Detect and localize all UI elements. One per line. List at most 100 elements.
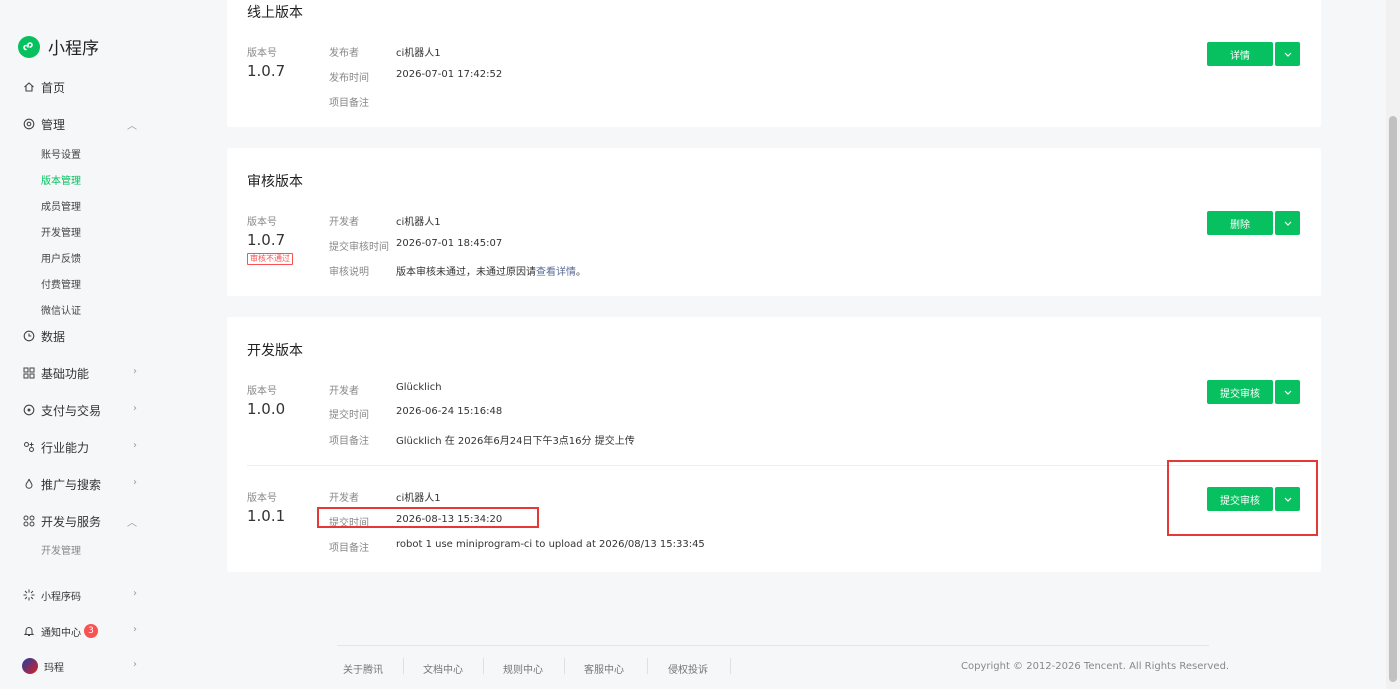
footer-divider — [337, 645, 1209, 646]
footer-link-complaint[interactable]: 侵权投诉 — [668, 661, 708, 676]
nav-qrcode[interactable]: 小程序码 › — [22, 585, 137, 605]
footer-separator — [564, 658, 565, 674]
developer-label: 开发者 — [329, 493, 359, 504]
nav-qrcode-label: 小程序码 — [41, 591, 81, 603]
divider — [247, 465, 1301, 466]
sub-wechat-verify[interactable]: 微信认证 — [41, 302, 81, 317]
sub-account-settings[interactable]: 账号设置 — [41, 146, 81, 161]
review-desc: 版本审核未通过，未通过原因请查看详情。 — [396, 263, 586, 278]
industry-icon — [22, 441, 35, 454]
nav-promo-label: 推广与搜索 — [41, 477, 102, 492]
flame-icon — [22, 478, 35, 491]
nav-manage-label: 管理 — [41, 117, 66, 132]
online-more-button[interactable] — [1275, 42, 1300, 66]
chevron-right-icon: › — [133, 624, 137, 635]
footer-separator — [647, 658, 648, 674]
submit-time-label: 提交时间 — [329, 410, 369, 421]
delete-button[interactable]: 删除 — [1207, 211, 1273, 235]
version-label: 版本号 — [247, 217, 277, 228]
scrollbar-thumb[interactable] — [1389, 116, 1397, 682]
note-value: robot 1 use miniprogram-ci to upload at … — [396, 539, 705, 550]
developer-value: ci机器人1 — [396, 493, 441, 504]
manage-icon — [22, 118, 35, 131]
avatar — [22, 658, 38, 674]
chevron-right-icon: › — [133, 366, 137, 377]
bell-icon — [22, 625, 35, 638]
version-number: 1.0.0 — [247, 400, 286, 418]
nav-pay-label: 支付与交易 — [41, 403, 102, 418]
footer-link-about[interactable]: 关于腾讯 — [343, 661, 383, 676]
chevron-right-icon: › — [133, 403, 137, 414]
dev-title: 开发版本 — [247, 343, 303, 359]
nav-notify-label: 通知中心 — [41, 627, 81, 639]
footer-separator — [403, 658, 404, 674]
version-label: 版本号 — [247, 386, 277, 397]
version-number: 1.0.7 — [247, 62, 286, 80]
chevron-up-icon: ︿ — [127, 121, 137, 132]
dev-more-button[interactable] — [1275, 380, 1300, 404]
chevron-right-icon: › — [133, 588, 137, 599]
chevron-right-icon: › — [133, 659, 137, 670]
chevron-down-icon — [1284, 221, 1291, 226]
nav-user[interactable]: 玛程 › — [22, 656, 137, 676]
footer-separator — [730, 658, 731, 674]
review-title: 审核版本 — [247, 174, 303, 190]
review-more-button[interactable] — [1275, 211, 1300, 235]
review-desc-label: 审核说明 — [329, 267, 369, 278]
online-title: 线上版本 — [247, 5, 303, 21]
nav-data-label: 数据 — [41, 329, 66, 344]
dev-version-card: 开发版本 版本号 1.0.0 开发者 Glücklich 提交时间 2026-0… — [227, 317, 1321, 572]
nav-data[interactable]: 数据 — [22, 326, 137, 346]
nav-pay[interactable]: 支付与交易 › — [22, 400, 137, 420]
sub-paid-manage[interactable]: 付费管理 — [41, 276, 81, 291]
review-failed-tag: 审核不通过 — [247, 253, 293, 265]
scrollbar[interactable] — [1386, 0, 1400, 689]
nav-home[interactable]: 首页 — [22, 77, 137, 97]
online-version-card: 线上版本 版本号 1.0.7 发布者 ci机器人1 发布时间 2026-07-0… — [227, 0, 1321, 127]
chevron-down-icon — [1284, 390, 1291, 395]
footer-link-service[interactable]: 客服中心 — [584, 661, 624, 676]
nav-industry[interactable]: 行业能力 › — [22, 437, 137, 457]
nav-manage[interactable]: 管理 ︿ — [22, 114, 137, 134]
highlight-submit-time — [317, 507, 539, 528]
review-time-label: 提交审核时间 — [329, 242, 389, 253]
nav-notify[interactable]: 通知中心 3 › — [22, 621, 137, 641]
detail-button[interactable]: 详情 — [1207, 42, 1273, 66]
developer-label: 开发者 — [329, 217, 359, 228]
review-desc-suffix: 。 — [576, 267, 586, 278]
clock-icon — [22, 330, 35, 343]
copyright: Copyright © 2012-2026 Tencent. All Right… — [961, 661, 1230, 672]
note-label: 项目备注 — [329, 436, 369, 447]
notify-count-badge: 3 — [84, 624, 98, 638]
submit-review-button[interactable]: 提交审核 — [1207, 380, 1273, 404]
highlight-submit-button — [1167, 460, 1318, 536]
review-version-card: 审核版本 版本号 1.0.7 审核不通过 开发者 ci机器人1 提交审核时间 2… — [227, 148, 1321, 296]
developer-value: ci机器人1 — [396, 217, 441, 228]
sub-member-manage[interactable]: 成员管理 — [41, 198, 81, 213]
publish-time-label: 发布时间 — [329, 73, 369, 84]
publisher-value: ci机器人1 — [396, 48, 441, 59]
publisher-label: 发布者 — [329, 48, 359, 59]
version-label: 版本号 — [247, 493, 277, 504]
sub-dev-manage-2[interactable]: 开发管理 — [41, 542, 81, 557]
sub-dev-manage[interactable]: 开发管理 — [41, 224, 81, 239]
note-label: 项目备注 — [329, 98, 369, 109]
version-number: 1.0.7 — [247, 231, 286, 249]
footer-link-docs[interactable]: 文档中心 — [423, 661, 463, 676]
sub-user-feedback[interactable]: 用户反馈 — [41, 250, 81, 265]
brand[interactable]: 小程序 — [18, 34, 99, 59]
version-label: 版本号 — [247, 48, 277, 59]
footer-separator — [483, 658, 484, 674]
nodes-icon — [22, 515, 35, 528]
view-detail-link[interactable]: 查看详情 — [536, 267, 576, 278]
sidebar: 小程序 首页 管理 ︿ 账号设置 版本管理 成员管理 开发管理 用户反馈 付费管… — [0, 0, 207, 689]
footer-link-rules[interactable]: 规则中心 — [503, 661, 543, 676]
publish-time-value: 2026-07-01 17:42:52 — [396, 69, 503, 80]
nav-promo[interactable]: 推广与搜索 › — [22, 474, 137, 494]
nav-basic[interactable]: 基础功能 › — [22, 363, 137, 383]
nav-dev-service[interactable]: 开发与服务 ︿ — [22, 511, 137, 531]
version-number: 1.0.1 — [247, 507, 286, 525]
nav-industry-label: 行业能力 — [41, 440, 90, 455]
nav-home-label: 首页 — [41, 80, 66, 95]
sub-version-manage[interactable]: 版本管理 — [41, 172, 81, 187]
